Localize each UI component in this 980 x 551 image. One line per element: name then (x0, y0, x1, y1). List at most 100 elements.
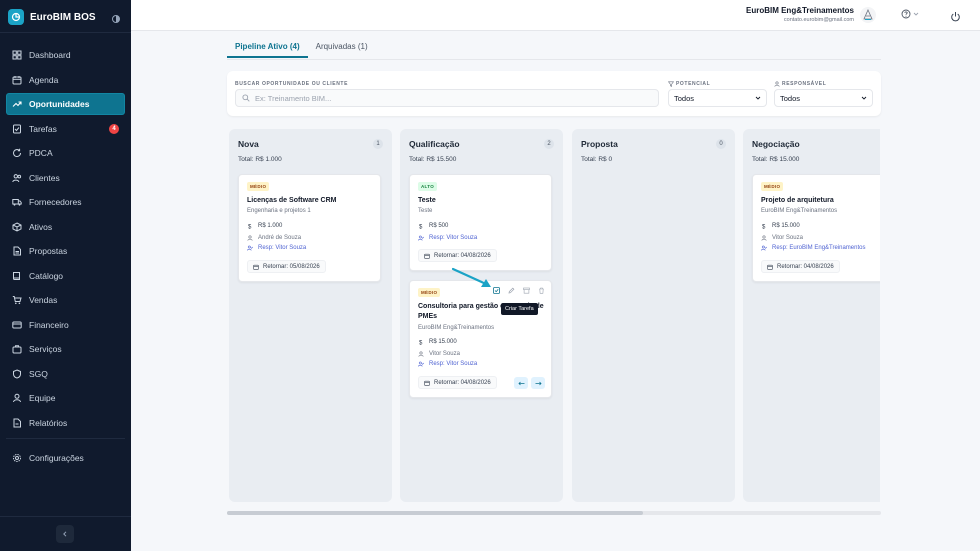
help-circle-icon (901, 9, 911, 19)
column-count-badge: 1 (373, 139, 383, 149)
trash-icon[interactable] (538, 287, 545, 294)
card-value-text: R$ 15.000 (429, 339, 457, 345)
sidebar-item-configuracoes[interactable]: Configurações (6, 447, 125, 469)
app-name: EuroBIM BOS (30, 11, 96, 23)
create-task-icon[interactable] (493, 287, 500, 294)
card-responsible: Resp: Vitor Souza (247, 245, 306, 251)
sidebar-item-fornecedores[interactable]: Fornecedores (6, 191, 125, 213)
column-total: Total: R$ 1.000 (238, 156, 282, 163)
archive-icon[interactable] (523, 287, 530, 294)
sidebar-item-label: Tarefas (29, 123, 57, 134)
opportunity-card[interactable]: MÉDIO Projeto de arquitetura EuroBIM Eng… (752, 174, 880, 282)
return-date-text: Retornar: 05/08/2026 (263, 263, 320, 270)
tab-pipeline-ativo[interactable]: Pipeline Ativo (4) (227, 38, 308, 58)
card-responsible-text: Resp: EuroBIM Eng&Treinamentos (772, 245, 866, 251)
board-scrollbar[interactable] (227, 511, 881, 515)
sidebar-item-tarefas[interactable]: Tarefas 4 (6, 118, 125, 140)
sidebar-item-relatorios[interactable]: Relatórios (6, 412, 125, 434)
priority-badge: MÉDIO (418, 288, 441, 297)
user-email: contato.eurobim@gmail.com (783, 17, 854, 23)
return-date-chip: Retornar: 05/08/2026 (247, 260, 326, 273)
sidebar-item-equipe[interactable]: Equipe (6, 387, 125, 409)
card-responsible-text: Resp: Vitor Souza (258, 245, 307, 251)
card-title: Teste (418, 197, 436, 204)
collapse-sidebar-button[interactable] (56, 525, 74, 543)
column-total: Total: R$ 15.000 (752, 156, 800, 163)
potential-select-value: Todos (674, 93, 695, 103)
opportunity-card[interactable]: MÉDIO Licenças de Software CRM Engenhari… (238, 174, 381, 282)
sidebar-item-vendas[interactable]: Vendas (6, 289, 125, 311)
arrow-right-icon (535, 381, 542, 385)
svg-text:$: $ (248, 225, 252, 230)
sidebar-item-servicos[interactable]: Serviços (6, 338, 125, 360)
file-icon (13, 246, 21, 256)
calendar-icon (424, 253, 430, 259)
theme-toggle-icon[interactable] (111, 11, 121, 23)
responsible-select[interactable]: Todos (774, 89, 873, 107)
opportunity-card[interactable]: MÉDIO Consultoria para gestão e controle… (409, 280, 552, 398)
column-count-badge: 0 (716, 139, 726, 149)
potential-select[interactable]: Todos (668, 89, 767, 107)
gear-icon (13, 453, 21, 462)
card-icon (12, 321, 22, 328)
card-responsible-text: Resp: Vitor Souza (429, 361, 478, 367)
search-input[interactable] (255, 93, 645, 103)
column-title: Qualificação (409, 139, 460, 149)
user-icon (761, 235, 767, 241)
help-button[interactable] (901, 9, 919, 19)
tabs-divider (227, 59, 881, 60)
move-right-button[interactable] (531, 377, 545, 389)
board-scrollbar-thumb[interactable] (227, 511, 643, 515)
sidebar-item-label: PDCA (29, 148, 53, 158)
card-responsible: Resp: Vitor Souza (418, 235, 477, 241)
logout-button[interactable] (950, 9, 961, 27)
sidebar-item-label: Catálogo (29, 270, 64, 281)
card-value-text: R$ 500 (429, 223, 449, 229)
card-contact: Vitor Souza (418, 351, 460, 357)
sidebar-item-pdca[interactable]: PDCA (6, 142, 125, 164)
sidebar-item-label: Propostas (29, 246, 68, 256)
card-client: Teste (418, 208, 433, 214)
card-actions (493, 287, 545, 294)
responsible-select-value: Todos (780, 93, 801, 103)
column-title: Proposta (581, 139, 618, 149)
priority-badge: MÉDIO (761, 182, 784, 191)
sidebar-item-oportunidades[interactable]: Oportunidades (6, 93, 125, 115)
search-label: BUSCAR OPORTUNIDADE OU CLIENTE (235, 81, 349, 87)
sidebar-divider (6, 437, 125, 439)
user-icon (13, 393, 21, 403)
search-field[interactable] (235, 89, 659, 107)
sidebar-item-label: Fornecedores (29, 197, 82, 207)
brand[interactable]: EuroBIM BOS (8, 8, 96, 26)
card-value-text: R$ 15.000 (772, 223, 800, 229)
opportunity-card[interactable]: ALTO Teste Teste $ R$ 500 Resp: Vitor So… (409, 174, 552, 271)
edit-icon[interactable] (508, 287, 515, 294)
avatar[interactable] (860, 7, 876, 23)
card-responsible: Resp: Vitor Souza (418, 361, 477, 367)
sidebar-item-sgq[interactable]: SGQ (6, 363, 125, 385)
sidebar-item-label: Vendas (29, 295, 58, 305)
tab-arquivadas[interactable]: Arquivadas (1) (308, 38, 376, 58)
sidebar-item-dashboard[interactable]: Dashboard (6, 44, 125, 66)
report-icon (13, 418, 21, 427)
user-check-icon (761, 245, 767, 251)
priority-badge: MÉDIO (247, 182, 270, 191)
sidebar-item-label: Clientes (29, 172, 60, 183)
sidebar-item-agenda[interactable]: Agenda (6, 69, 125, 91)
sidebar-item-label: Dashboard (29, 50, 71, 60)
user-check-icon (418, 235, 424, 241)
pipeline-column-nova: Nova 1 Total: R$ 1.000 MÉDIO Licenças de… (229, 129, 392, 502)
sidebar-item-propostas[interactable]: Propostas (6, 240, 125, 262)
sidebar-item-clientes[interactable]: Clientes (6, 167, 125, 189)
move-left-button[interactable] (514, 377, 528, 389)
sidebar-item-catalogo[interactable]: Catálogo (6, 265, 125, 287)
user-check-icon (418, 361, 424, 367)
sidebar-item-ativos[interactable]: Ativos (6, 216, 125, 238)
column-title: Negociação (752, 139, 800, 149)
sidebar-item-financeiro[interactable]: Financeiro (6, 314, 125, 336)
refresh-icon (13, 148, 22, 158)
top-bar: EuroBIM Eng&Treinamentos contato.eurobim… (131, 0, 980, 31)
sidebar-item-label: Financeiro (29, 319, 69, 330)
tasks-count-badge: 4 (109, 123, 119, 134)
column-total: Total: R$ 15.500 (409, 156, 457, 163)
